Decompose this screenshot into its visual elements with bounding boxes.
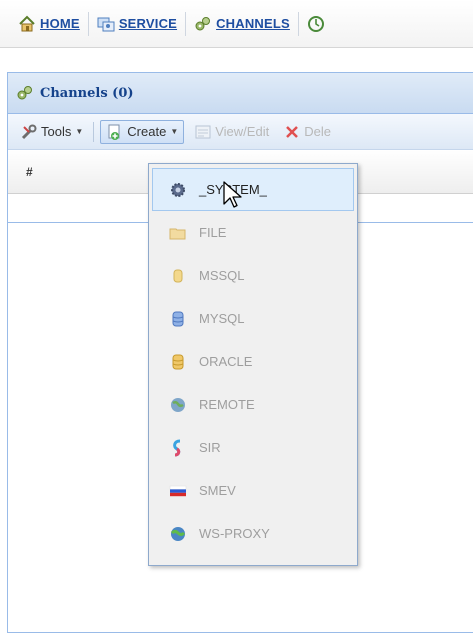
- create-button[interactable]: Create ▼: [100, 119, 185, 144]
- nav-service-link[interactable]: SERVICE: [119, 16, 177, 31]
- menu-item-smev[interactable]: SMEV: [152, 469, 354, 512]
- nav-item-channels[interactable]: CHANNELS: [185, 11, 298, 36]
- sir-icon: [169, 439, 187, 457]
- create-label: Create: [127, 124, 167, 139]
- database-icon: [169, 310, 187, 328]
- nav-home-link[interactable]: HOME: [40, 16, 80, 31]
- database-icon: [169, 267, 187, 285]
- delete-label: Dele: [304, 124, 331, 139]
- menu-item-label: WS-PROXY: [199, 526, 270, 541]
- chevron-down-icon: ▼: [170, 127, 179, 136]
- view-edit-icon: [194, 123, 212, 141]
- globe-icon: [169, 525, 187, 543]
- nav-item-service[interactable]: SERVICE: [87, 11, 185, 36]
- menu-item-system[interactable]: _SYSTEM_: [152, 168, 354, 211]
- menu-item-sir[interactable]: SIR: [152, 426, 354, 469]
- tools-icon: [20, 123, 38, 141]
- panel-title: Channels (0): [40, 85, 134, 101]
- gear-icon: [169, 181, 187, 199]
- menu-item-label: ORACLE: [199, 354, 253, 369]
- menu-item-label: SIR: [199, 440, 221, 455]
- channels-icon: [16, 84, 34, 102]
- channels-icon: [194, 15, 212, 33]
- add-document-icon: [106, 123, 124, 141]
- menu-item-label: MSSQL: [199, 268, 245, 283]
- menu-item-oracle[interactable]: ORACLE: [152, 340, 354, 383]
- nav-item-more[interactable]: [297, 11, 333, 36]
- menu-item-label: REMOTE: [199, 397, 255, 412]
- create-dropdown-menu: _SYSTEM_ FILE MSSQL MYSQL ORACLE REMOTE: [148, 163, 358, 566]
- mouse-cursor-icon: [222, 180, 246, 210]
- service-icon: [97, 15, 115, 33]
- delete-button[interactable]: Dele: [279, 120, 335, 144]
- menu-item-remote[interactable]: REMOTE: [152, 383, 354, 426]
- folder-icon: [169, 224, 187, 242]
- menu-item-ws-proxy[interactable]: WS-PROXY: [152, 512, 354, 555]
- view-edit-label: View/Edit: [215, 124, 270, 139]
- menu-item-mssql[interactable]: MSSQL: [152, 254, 354, 297]
- toolbar: Tools ▼ Create ▼ View/Edit Dele: [8, 114, 473, 150]
- menu-item-label: FILE: [199, 225, 227, 240]
- database-icon: [169, 353, 187, 371]
- nav-channels-link[interactable]: CHANNELS: [216, 16, 290, 31]
- toolbar-separator: [93, 121, 95, 142]
- flag-icon: [169, 482, 187, 500]
- column-header-number[interactable]: #: [26, 165, 33, 179]
- tools-button[interactable]: Tools ▼: [16, 120, 87, 144]
- tools-label: Tools: [41, 124, 72, 139]
- top-navigation: HOME SERVICE CHANNELS: [0, 0, 473, 48]
- menu-item-file[interactable]: FILE: [152, 211, 354, 254]
- menu-item-label: MYSQL: [199, 311, 245, 326]
- home-icon: [18, 15, 36, 33]
- view-edit-button[interactable]: View/Edit: [190, 120, 273, 144]
- chevron-down-icon: ▼: [75, 127, 84, 136]
- panel-header: Channels (0): [8, 73, 473, 114]
- refresh-icon: [307, 15, 325, 33]
- delete-icon: [283, 123, 301, 141]
- globe-icon: [169, 396, 187, 414]
- menu-item-mysql[interactable]: MYSQL: [152, 297, 354, 340]
- nav-item-home[interactable]: HOME: [10, 12, 88, 36]
- menu-item-label: SMEV: [199, 483, 236, 498]
